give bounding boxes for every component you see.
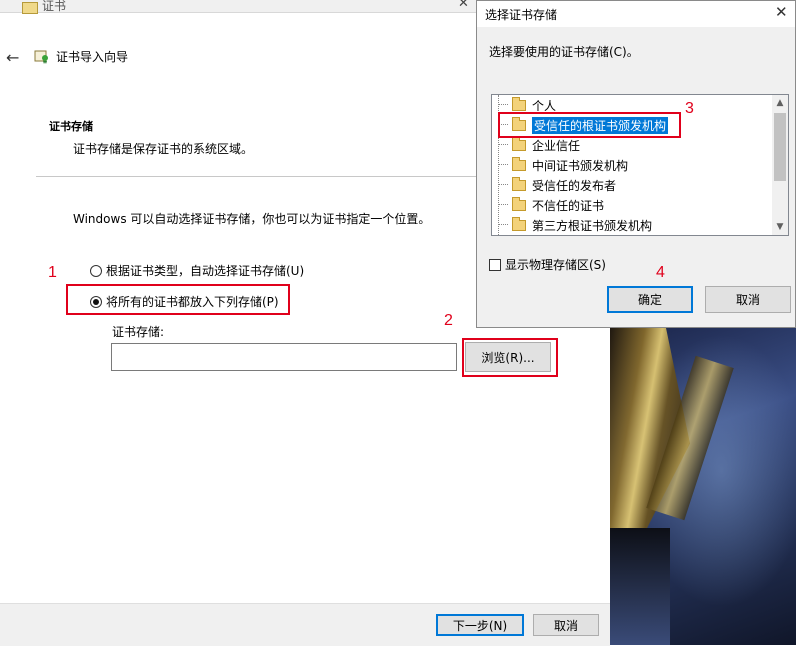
select-certificate-store-dialog: 选择证书存储 ✕ 选择要使用的证书存储(C)。 个人 受信任的根证书颁发机构 企… xyxy=(476,0,796,328)
annotation-number-1: 1 xyxy=(48,264,57,281)
divider xyxy=(36,176,476,177)
folder-icon xyxy=(512,216,526,231)
folder-icon xyxy=(512,176,526,191)
radio-auto-select[interactable]: 根据证书类型，自动选择证书存储(U) xyxy=(90,262,304,279)
dialog-title: 选择证书存储 xyxy=(485,8,558,22)
folder-icon xyxy=(512,136,526,151)
dialog-prompt: 选择要使用的证书存储(C)。 xyxy=(489,45,639,59)
section-title: 证书存储 xyxy=(49,120,93,133)
info-text: Windows 可以自动选择证书存储，你也可以为证书指定一个位置。 xyxy=(73,212,431,226)
folder-icon xyxy=(512,96,526,111)
dialog-close-icon[interactable]: ✕ xyxy=(775,3,788,21)
folder-icon xyxy=(512,196,526,211)
show-physical-stores[interactable]: 显示物理存储区(S) xyxy=(489,256,606,273)
radio-auto-label: 根据证书类型，自动选择证书存储(U) xyxy=(106,264,305,278)
close-icon[interactable]: ✕ xyxy=(458,0,469,11)
tree-scrollbar[interactable]: ▲ ▼ xyxy=(772,95,788,235)
dialog-titlebar: 选择证书存储 ✕ xyxy=(477,1,795,27)
folder-icon xyxy=(512,156,526,171)
scroll-up-icon[interactable]: ▲ xyxy=(772,95,788,111)
scroll-down-icon[interactable]: ▼ xyxy=(772,219,788,235)
tree-item[interactable]: 第三方根证书颁发机构 xyxy=(498,216,652,234)
tree-item[interactable]: 企业信任 xyxy=(498,136,580,154)
wizard-titlebar: 证书 ✕ xyxy=(0,0,476,14)
scroll-thumb[interactable] xyxy=(774,113,786,181)
annotation-number-2: 2 xyxy=(444,312,453,329)
section-description: 证书存储是保存证书的系统区域。 xyxy=(73,142,254,156)
store-label: 证书存储: xyxy=(112,325,165,339)
cancel-button[interactable]: 取消 xyxy=(533,614,599,636)
next-button[interactable]: 下一步(N) xyxy=(436,614,524,636)
dialog-cancel-button[interactable]: 取消 xyxy=(705,286,791,313)
annotation-box-2 xyxy=(462,338,558,377)
tree-item[interactable]: 受信任的发布者 xyxy=(498,176,616,194)
wizard-title: 证书导入向导 xyxy=(56,50,129,64)
ok-button[interactable]: 确定 xyxy=(607,286,693,313)
tree-item[interactable]: 中间证书颁发机构 xyxy=(498,156,628,174)
back-arrow-icon[interactable]: ← xyxy=(6,48,19,67)
annotation-box-3 xyxy=(498,112,681,138)
annotation-number-4: 4 xyxy=(656,264,665,281)
store-input[interactable] xyxy=(111,343,457,371)
show-physical-label: 显示物理存储区(S) xyxy=(505,258,606,272)
background-artwork xyxy=(610,328,796,645)
annotation-number-3: 3 xyxy=(685,100,694,117)
window-title: 证书 xyxy=(42,0,67,13)
certificate-icon xyxy=(22,2,38,14)
tree-item[interactable]: 不信任的证书 xyxy=(498,196,604,214)
wizard-certificate-icon xyxy=(34,50,48,64)
annotation-box-1 xyxy=(66,284,290,315)
checkbox[interactable] xyxy=(489,258,501,271)
radio-button[interactable] xyxy=(90,264,102,277)
